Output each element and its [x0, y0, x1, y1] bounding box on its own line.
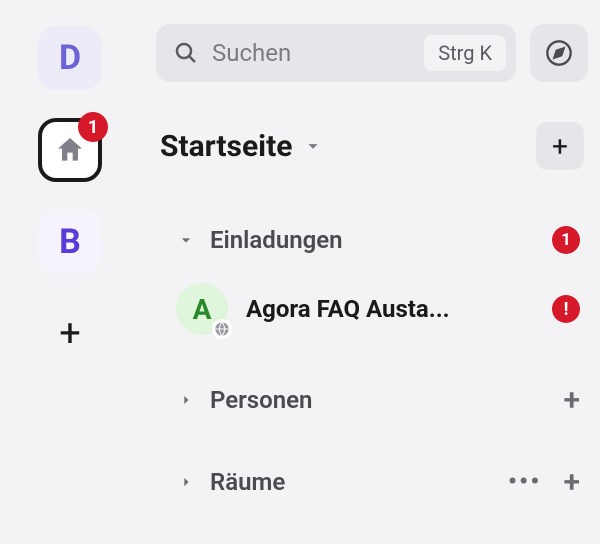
sections: Einladungen 1 A Agora FAQ Austa... ! Per… — [156, 210, 588, 512]
home-icon — [54, 134, 86, 166]
topbar: Suchen Strg K — [156, 24, 588, 82]
main-panel: Suchen Strg K Startseite + Einladungen 1 — [140, 0, 600, 544]
section-people-toggle[interactable]: Personen — [176, 386, 564, 414]
space-home[interactable]: 1 — [38, 118, 102, 182]
chevron-right-icon — [176, 390, 196, 410]
search-input[interactable]: Suchen Strg K — [156, 24, 516, 82]
section-invites: Einladungen 1 A Agora FAQ Austa... ! — [156, 210, 588, 348]
section-rooms-toggle[interactable]: Räume — [176, 468, 508, 496]
page-title: Startseite — [160, 129, 292, 164]
search-icon — [174, 41, 198, 65]
space-d-letter: D — [59, 38, 81, 78]
globe-icon — [212, 319, 232, 339]
explore-button[interactable] — [530, 24, 588, 82]
section-invites-label: Einladungen — [210, 226, 343, 254]
header-row: Startseite + — [156, 122, 588, 170]
section-people: Personen + — [156, 370, 588, 430]
alert-badge: ! — [552, 295, 580, 323]
room-name: Agora FAQ Austa... — [246, 295, 534, 323]
space-b[interactable]: B — [38, 210, 102, 274]
plus-icon: + — [59, 312, 81, 356]
chevron-down-icon — [176, 230, 196, 250]
room-avatar: A — [176, 283, 228, 335]
space-rail: D 1 B + — [0, 0, 140, 544]
search-placeholder: Suchen — [212, 39, 424, 67]
rooms-more-button[interactable]: ••• — [508, 467, 542, 497]
new-button[interactable]: + — [536, 122, 584, 170]
plus-icon: + — [552, 130, 568, 163]
people-add-button[interactable]: + — [564, 383, 581, 418]
chevron-right-icon — [176, 472, 196, 492]
section-invites-toggle[interactable]: Einladungen — [176, 226, 552, 254]
section-people-label: Personen — [210, 386, 312, 414]
invites-count-badge: 1 — [552, 226, 580, 254]
space-b-letter: B — [59, 222, 81, 262]
search-shortcut: Strg K — [424, 35, 506, 71]
page-title-button[interactable]: Startseite — [160, 129, 324, 164]
chevron-down-icon — [302, 135, 324, 157]
space-d[interactable]: D — [38, 26, 102, 90]
section-rooms-label: Räume — [210, 468, 285, 496]
section-rooms: Räume ••• + — [156, 452, 588, 512]
invite-room-row[interactable]: A Agora FAQ Austa... ! — [156, 270, 588, 348]
home-badge: 1 — [78, 112, 108, 142]
add-space-button[interactable]: + — [38, 302, 102, 366]
compass-icon — [545, 39, 573, 67]
rooms-add-button[interactable]: + — [564, 465, 581, 500]
